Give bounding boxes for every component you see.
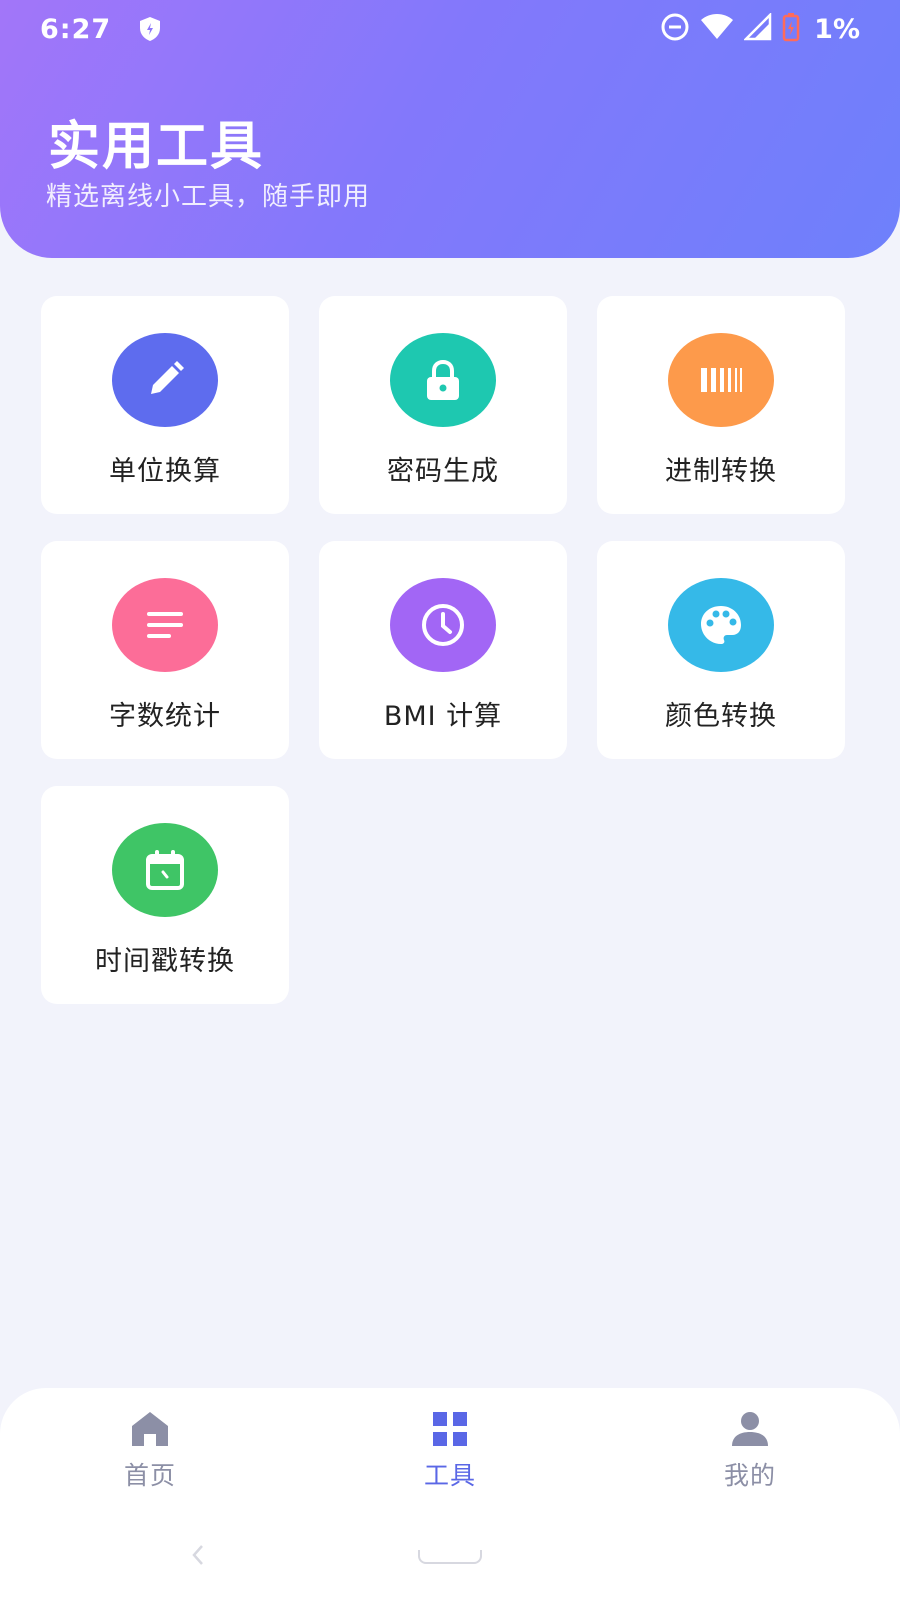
page-subtitle: 精选离线小工具，随手即用 xyxy=(46,182,371,212)
calendar-icon xyxy=(112,823,218,917)
barcode-icon xyxy=(668,333,774,427)
grid-icon xyxy=(429,1408,471,1450)
battery-percent: 1% xyxy=(814,13,860,45)
clock-icon xyxy=(390,578,496,672)
tool-label: 时间戳转换 xyxy=(95,946,235,977)
nav-item-profile[interactable]: 我的 xyxy=(670,1408,830,1492)
tool-label: 密码生成 xyxy=(387,456,499,487)
tool-card-word-count[interactable]: 字数统计 xyxy=(41,541,289,759)
status-bar: 6:27 1% xyxy=(0,0,900,58)
nav-item-home[interactable]: 首页 xyxy=(70,1408,230,1492)
status-right: 1% xyxy=(660,11,860,46)
tool-grid: 单位换算 密码生成 进制转换 字数统计 BMI 计算 颜色转换 时间戳转换 xyxy=(41,296,845,1004)
lock-icon xyxy=(390,333,496,427)
header: 6:27 1% 实用工具 精选离线小工具，随手即用 xyxy=(0,0,900,258)
tool-label: 颜色转换 xyxy=(665,701,777,732)
tool-card-color-conversion[interactable]: 颜色转换 xyxy=(597,541,845,759)
tool-card-base-conversion[interactable]: 进制转换 xyxy=(597,296,845,514)
nav-label: 工具 xyxy=(423,1461,476,1490)
battery-icon xyxy=(782,12,800,46)
tool-label: 进制转换 xyxy=(665,456,777,487)
nav-item-tools[interactable]: 工具 xyxy=(370,1408,530,1492)
home-icon xyxy=(129,1408,171,1450)
system-home-button[interactable] xyxy=(418,1550,482,1564)
person-icon xyxy=(729,1408,771,1450)
tool-card-bmi[interactable]: BMI 计算 xyxy=(319,541,567,759)
signal-icon xyxy=(743,11,772,45)
tool-card-timestamp-conversion[interactable]: 时间戳转换 xyxy=(41,786,289,1004)
nav-label: 首页 xyxy=(123,1461,176,1490)
system-back-icon[interactable] xyxy=(186,1540,210,1570)
status-time: 6:27 xyxy=(40,13,112,45)
pencil-icon xyxy=(112,333,218,427)
tool-label: 字数统计 xyxy=(109,701,221,732)
tool-label: BMI 计算 xyxy=(383,701,503,732)
bottom-nav: 首页 工具 我的 xyxy=(0,1388,900,1600)
text-lines-icon xyxy=(112,578,218,672)
tool-label: 单位换算 xyxy=(109,456,221,487)
nav-label: 我的 xyxy=(723,1461,776,1490)
palette-icon xyxy=(668,578,774,672)
wifi-icon xyxy=(700,13,734,45)
tool-card-unit-conversion[interactable]: 单位换算 xyxy=(41,296,289,514)
dnd-icon xyxy=(660,12,690,46)
shield-icon xyxy=(139,15,165,43)
tool-card-password-generator[interactable]: 密码生成 xyxy=(319,296,567,514)
page-title: 实用工具 xyxy=(48,117,265,177)
